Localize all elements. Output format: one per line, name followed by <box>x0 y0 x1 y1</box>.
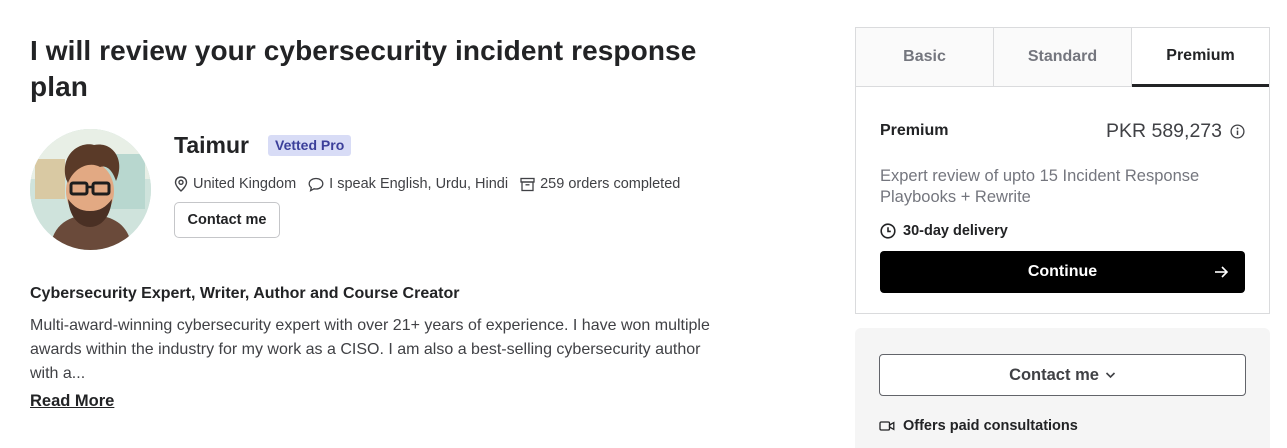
delivery-text: 30-day delivery <box>903 223 1008 239</box>
chevron-down-icon <box>1105 372 1115 379</box>
seller-avatar[interactable] <box>30 129 151 250</box>
clock-icon <box>880 223 896 239</box>
info-icon[interactable] <box>1230 123 1245 139</box>
delivery-time: 30-day delivery <box>880 221 1008 241</box>
languages-item: I speak English, Urdu, Hindi <box>308 176 508 192</box>
orders-text: 259 orders completed <box>540 176 681 192</box>
price-text: PKR 589,273 <box>1105 120 1222 142</box>
gig-title: I will review your cybersecurity inciden… <box>30 35 697 102</box>
box-icon <box>520 177 535 191</box>
consultation-text: Offers paid consultations <box>903 418 1078 434</box>
package-description: Expert review of upto 15 Incident Respon… <box>880 167 1200 206</box>
languages-text: I speak English, Urdu, Hindi <box>329 176 509 192</box>
package-card: Basic Standard Premium Premium PKR 589,2… <box>855 27 1270 314</box>
contact-me-label: Contact me <box>1009 365 1099 384</box>
seller-headline: Cybersecurity Expert, Writer, Author and… <box>30 285 460 302</box>
tab-basic[interactable]: Basic <box>856 28 994 87</box>
location-text: United Kingdom <box>193 176 297 192</box>
orders-item: 259 orders completed <box>520 176 680 192</box>
contact-panel: Contact me Offers paid consultations <box>855 328 1270 448</box>
contact-me-button[interactable]: Contact me <box>174 202 280 238</box>
seller-description: Multi-award-winning cybersecurity expert… <box>30 317 710 382</box>
seller-name[interactable]: Taimur <box>174 130 249 160</box>
package-price: PKR 589,273 <box>1106 118 1245 144</box>
paid-consultations: Offers paid consultations <box>879 416 1078 436</box>
package-name: Premium <box>880 122 949 139</box>
continue-button[interactable]: Continue <box>880 251 1245 293</box>
location-pin-icon <box>174 176 188 192</box>
seller-meta: United Kingdom I speak English, Urdu, Hi… <box>174 173 692 195</box>
location-item: United Kingdom <box>174 176 296 192</box>
tab-premium[interactable]: Premium <box>1132 28 1269 87</box>
arrow-right-icon <box>1215 266 1229 278</box>
vetted-pro-badge: Vetted Pro <box>268 135 352 156</box>
read-more-link[interactable]: Read More <box>30 390 114 412</box>
tab-standard[interactable]: Standard <box>994 28 1132 87</box>
package-tabs: Basic Standard Premium <box>856 28 1269 87</box>
speech-bubble-icon <box>308 177 324 192</box>
contact-me-dropdown-button[interactable]: Contact me <box>879 354 1246 396</box>
continue-label: Continue <box>1027 263 1098 280</box>
video-camera-icon <box>879 421 895 431</box>
